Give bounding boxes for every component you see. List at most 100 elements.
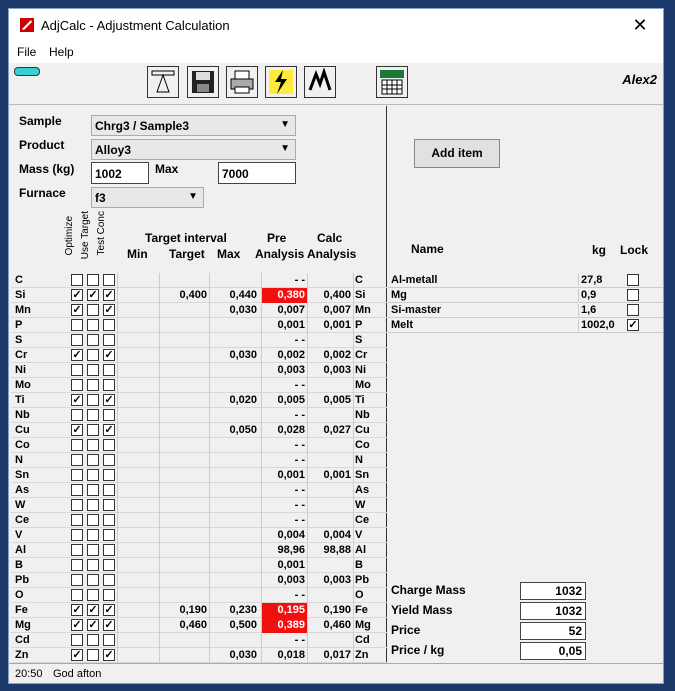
optimize-checkbox[interactable] bbox=[71, 589, 83, 601]
test-conc-checkbox[interactable] bbox=[103, 454, 115, 466]
test-conc-checkbox[interactable] bbox=[103, 319, 115, 331]
optimize-checkbox[interactable] bbox=[71, 334, 83, 346]
add-item-button[interactable]: Add item bbox=[414, 139, 500, 168]
keypad-button[interactable] bbox=[376, 66, 408, 98]
optimize-checkbox[interactable]: ✓ bbox=[71, 604, 83, 616]
menu-help[interactable]: Help bbox=[49, 45, 74, 59]
use-target-checkbox[interactable] bbox=[87, 574, 99, 586]
use-target-checkbox[interactable] bbox=[87, 364, 99, 376]
test-conc-checkbox[interactable] bbox=[103, 529, 115, 541]
save-button[interactable] bbox=[187, 66, 219, 98]
use-target-checkbox[interactable] bbox=[87, 319, 99, 331]
use-target-checkbox[interactable] bbox=[87, 529, 99, 541]
test-conc-checkbox[interactable]: ✓ bbox=[103, 394, 115, 406]
optimize-checkbox[interactable] bbox=[71, 409, 83, 421]
optimize-checkbox[interactable] bbox=[71, 529, 83, 541]
test-conc-checkbox[interactable] bbox=[103, 364, 115, 376]
use-target-checkbox[interactable] bbox=[87, 454, 99, 466]
optimize-checkbox[interactable] bbox=[71, 439, 83, 451]
max-input[interactable]: 7000 bbox=[218, 162, 296, 184]
min-cell bbox=[117, 558, 159, 573]
use-target-checkbox[interactable] bbox=[87, 469, 99, 481]
furnace-select[interactable]: f3 ▼ bbox=[91, 187, 204, 208]
use-target-checkbox[interactable]: ✓ bbox=[87, 604, 99, 616]
test-conc-checkbox[interactable] bbox=[103, 574, 115, 586]
test-conc-checkbox[interactable] bbox=[103, 469, 115, 481]
use-target-checkbox[interactable] bbox=[87, 559, 99, 571]
use-target-checkbox[interactable] bbox=[87, 304, 99, 316]
use-target-checkbox[interactable]: ✓ bbox=[87, 289, 99, 301]
test-conc-checkbox[interactable] bbox=[103, 499, 115, 511]
optimize-checkbox[interactable]: ✓ bbox=[71, 424, 83, 436]
use-target-checkbox[interactable] bbox=[87, 409, 99, 421]
optimize-checkbox[interactable]: ✓ bbox=[71, 289, 83, 301]
test-conc-checkbox[interactable] bbox=[103, 379, 115, 391]
optimize-checkbox[interactable] bbox=[71, 364, 83, 376]
use-target-checkbox[interactable] bbox=[87, 439, 99, 451]
use-target-checkbox[interactable] bbox=[87, 514, 99, 526]
target-header: Target bbox=[169, 247, 205, 261]
scale-button[interactable] bbox=[147, 66, 179, 98]
optimize-checkbox[interactable]: ✓ bbox=[71, 349, 83, 361]
test-conc-checkbox[interactable]: ✓ bbox=[103, 649, 115, 661]
test-conc-checkbox[interactable]: ✓ bbox=[103, 289, 115, 301]
optimize-checkbox[interactable] bbox=[71, 274, 83, 286]
test-conc-checkbox[interactable] bbox=[103, 409, 115, 421]
mass-input[interactable]: 1002 bbox=[91, 162, 149, 184]
optimize-checkbox[interactable] bbox=[71, 454, 83, 466]
test-conc-checkbox[interactable] bbox=[103, 634, 115, 646]
use-target-checkbox[interactable] bbox=[87, 634, 99, 646]
optimize-checkbox[interactable] bbox=[71, 499, 83, 511]
test-conc-checkbox[interactable]: ✓ bbox=[103, 349, 115, 361]
test-conc-checkbox[interactable]: ✓ bbox=[103, 604, 115, 616]
calculate-button[interactable] bbox=[265, 66, 297, 98]
test-conc-checkbox[interactable]: ✓ bbox=[103, 304, 115, 316]
product-select[interactable]: Alloy3 ▼ bbox=[91, 139, 296, 160]
use-target-checkbox[interactable] bbox=[87, 424, 99, 436]
optimize-checkbox[interactable] bbox=[71, 469, 83, 481]
optimize-checkbox[interactable] bbox=[71, 634, 83, 646]
optimize-checkbox[interactable] bbox=[71, 319, 83, 331]
print-button[interactable] bbox=[226, 66, 258, 98]
optimize-checkbox[interactable] bbox=[71, 379, 83, 391]
use-target-checkbox[interactable] bbox=[87, 394, 99, 406]
use-target-checkbox[interactable]: ✓ bbox=[87, 619, 99, 631]
test-conc-checkbox[interactable] bbox=[103, 544, 115, 556]
test-conc-checkbox[interactable]: ✓ bbox=[103, 619, 115, 631]
test-conc-checkbox[interactable] bbox=[103, 514, 115, 526]
optimize-checkbox[interactable] bbox=[71, 484, 83, 496]
use-target-checkbox[interactable] bbox=[87, 274, 99, 286]
test-conc-checkbox[interactable] bbox=[103, 274, 115, 286]
lock-checkbox[interactable] bbox=[627, 274, 639, 286]
use-target-checkbox[interactable] bbox=[87, 589, 99, 601]
test-conc-checkbox[interactable] bbox=[103, 439, 115, 451]
use-target-checkbox[interactable] bbox=[87, 544, 99, 556]
optimize-checkbox[interactable] bbox=[71, 559, 83, 571]
menu-file[interactable]: File bbox=[17, 45, 36, 59]
optimize-checkbox[interactable]: ✓ bbox=[71, 649, 83, 661]
optimize-checkbox[interactable] bbox=[71, 574, 83, 586]
optimize-checkbox[interactable]: ✓ bbox=[71, 619, 83, 631]
element-symbol-right: B bbox=[353, 558, 387, 573]
optimize-checkbox[interactable] bbox=[71, 544, 83, 556]
use-target-checkbox[interactable] bbox=[87, 379, 99, 391]
optimize-checkbox[interactable]: ✓ bbox=[71, 304, 83, 316]
test-conc-checkbox[interactable] bbox=[103, 589, 115, 601]
use-target-checkbox[interactable] bbox=[87, 499, 99, 511]
use-target-checkbox[interactable] bbox=[87, 334, 99, 346]
sample-select[interactable]: Chrg3 / Sample3 ▼ bbox=[91, 115, 296, 136]
lock-checkbox[interactable] bbox=[627, 289, 639, 301]
test-conc-checkbox[interactable]: ✓ bbox=[103, 424, 115, 436]
optimize-checkbox[interactable] bbox=[71, 514, 83, 526]
use-target-checkbox[interactable] bbox=[87, 349, 99, 361]
lock-checkbox[interactable] bbox=[627, 304, 639, 316]
test-conc-checkbox[interactable] bbox=[103, 484, 115, 496]
use-target-checkbox[interactable] bbox=[87, 649, 99, 661]
test-conc-checkbox[interactable] bbox=[103, 559, 115, 571]
close-button[interactable]: ✕ bbox=[617, 9, 663, 41]
lock-checkbox[interactable]: ✓ bbox=[627, 319, 639, 331]
wave-button[interactable] bbox=[304, 66, 336, 98]
optimize-checkbox[interactable]: ✓ bbox=[71, 394, 83, 406]
test-conc-checkbox[interactable] bbox=[103, 334, 115, 346]
use-target-checkbox[interactable] bbox=[87, 484, 99, 496]
